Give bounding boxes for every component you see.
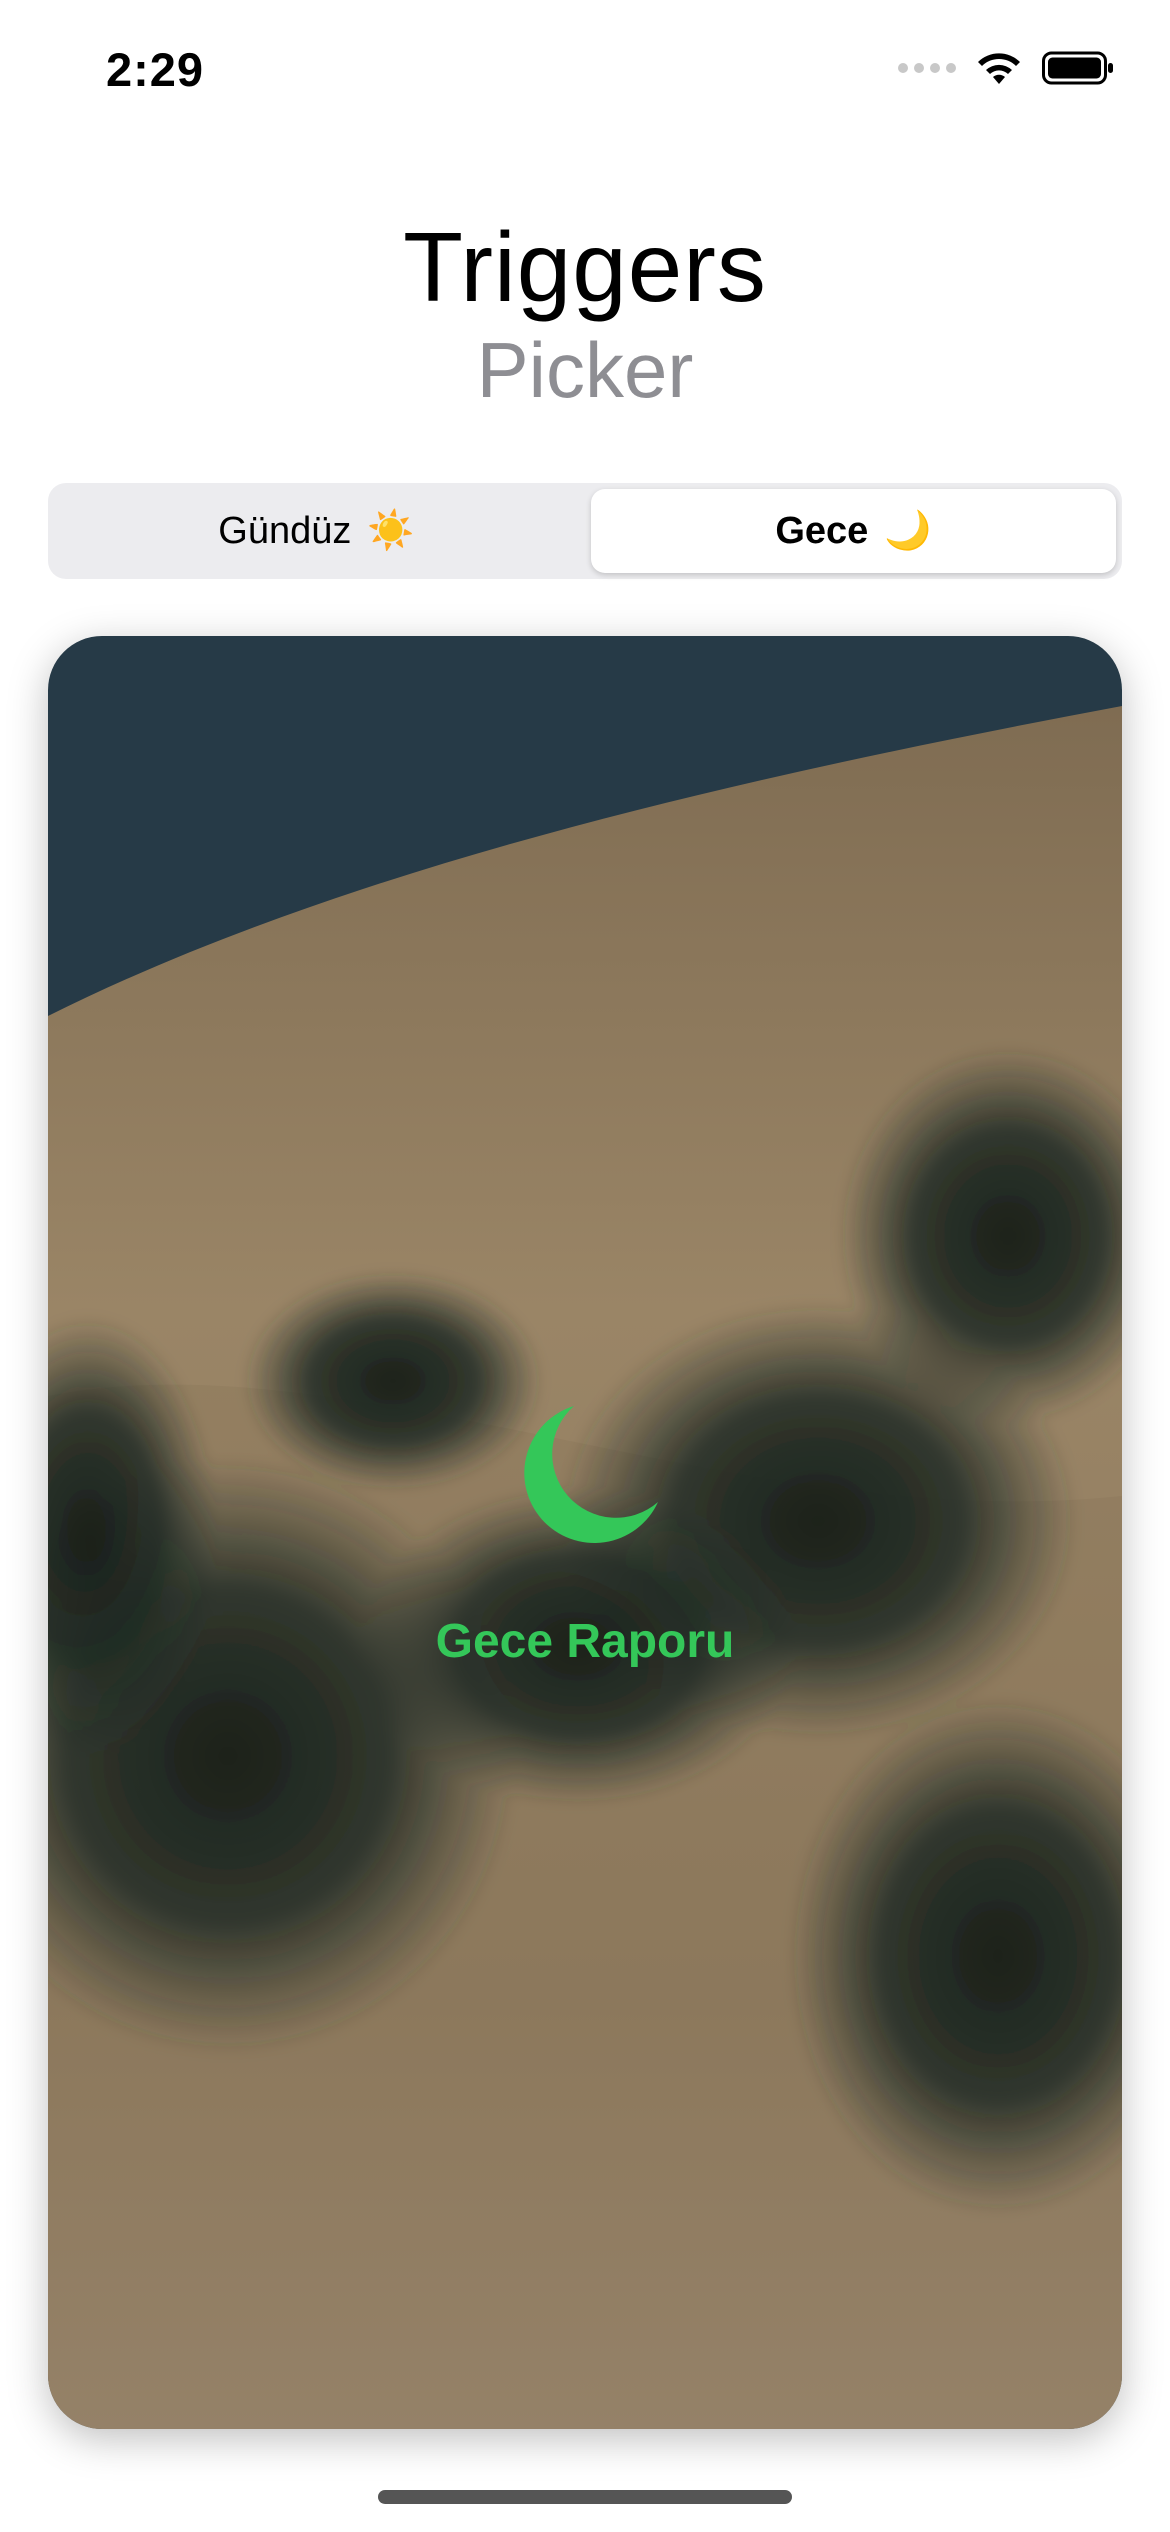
sun-icon: ☀️ <box>367 510 415 552</box>
status-icons <box>898 50 1114 86</box>
segment-gece[interactable]: Gece 🌙 <box>591 489 1116 573</box>
night-report-card: Gece Raporu <box>48 636 1122 2429</box>
night-report-label: Gece Raporu <box>435 1615 735 1668</box>
cellular-signal-icon <box>898 63 956 73</box>
page-subtitle: Picker <box>476 326 694 414</box>
day-night-segmented-picker[interactable]: Gündüz ☀️ Gece 🌙 <box>48 483 1122 579</box>
segment-gunduz[interactable]: Gündüz ☀️ <box>54 489 579 573</box>
battery-icon <box>1042 51 1113 85</box>
page-title: Triggers <box>403 211 767 322</box>
status-bar: 2:29 <box>0 0 1170 150</box>
segment-gece-label: Gece <box>775 509 869 552</box>
crescent-moon-icon <box>524 1406 658 1543</box>
crescent-moon-emoji-icon: 🌙 <box>884 510 932 552</box>
status-time: 2:29 <box>106 43 205 96</box>
report-icon-wrap <box>48 1398 1122 1553</box>
segment-gunduz-label: Gündüz <box>218 509 352 552</box>
home-indicator[interactable] <box>378 2490 792 2504</box>
wifi-icon <box>978 53 1020 84</box>
